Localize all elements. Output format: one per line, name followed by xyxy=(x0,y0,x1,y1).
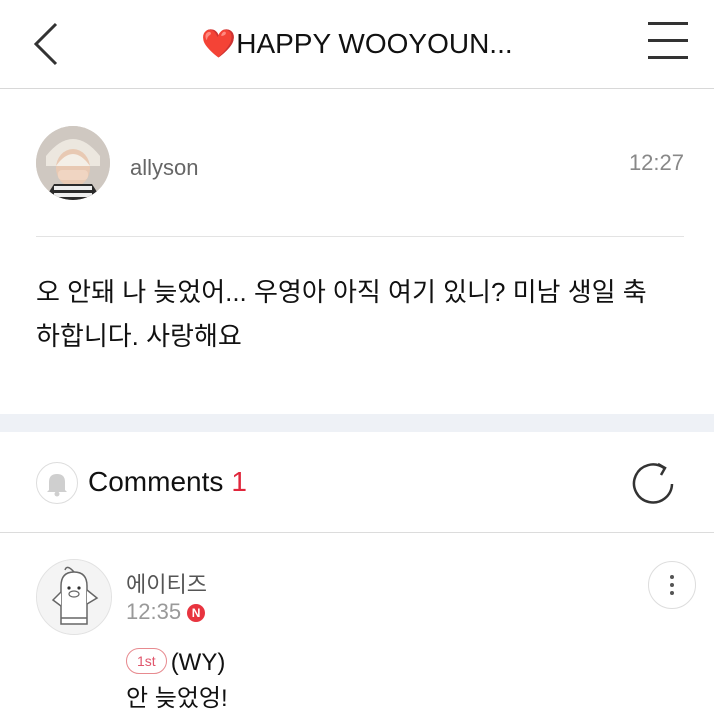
post-author-name[interactable]: allyson xyxy=(130,155,198,181)
avatar[interactable] xyxy=(36,126,110,200)
divider xyxy=(36,236,684,237)
post-body: 오 안돼 나 늦었어... 우영아 아직 여기 있니? 미남 생일 축 하합니다… xyxy=(36,270,684,358)
comment-timestamp: 12:35 N xyxy=(126,599,206,625)
top-bar: ❤️HAPPY WOOYOUN... xyxy=(0,0,714,89)
comment-body: 1st (WY) 안 늦었엉! xyxy=(126,645,228,717)
hamburger-icon xyxy=(648,22,688,25)
new-badge: N xyxy=(187,604,206,622)
more-options-button[interactable] xyxy=(648,561,696,609)
post-timestamp: 12:27 xyxy=(628,150,684,175)
section-separator xyxy=(0,414,714,432)
avatar-image xyxy=(36,126,110,200)
back-button[interactable] xyxy=(26,20,66,68)
notification-toggle[interactable] xyxy=(36,462,78,504)
hamburger-icon-line xyxy=(648,56,688,59)
comments-title: Comments 1 xyxy=(88,466,247,498)
comments-header: Comments 1 xyxy=(0,432,714,533)
refresh-button[interactable] xyxy=(628,458,678,508)
commenter-avatar[interactable] xyxy=(36,559,112,635)
mascot-image xyxy=(37,560,111,634)
post-author-row: allyson 12:27 xyxy=(0,90,714,236)
comments-count: 1 xyxy=(231,466,247,497)
comment-line: (WY) xyxy=(170,649,226,676)
more-vertical-icon-dot xyxy=(670,591,674,595)
post-body-line: 하합니다. 사랑해요 xyxy=(36,321,242,351)
comment-line: 안 늦었엉! xyxy=(126,685,228,712)
heart-icon: ❤️ xyxy=(201,28,237,59)
comment-item: 에이티즈 12:35 N 1st (WY) 안 늦었엉! xyxy=(0,533,714,727)
chevron-left-icon xyxy=(33,22,58,66)
rank-badge: 1st xyxy=(126,648,167,674)
more-vertical-icon-dot xyxy=(670,583,674,587)
post-body-line: 오 안돼 나 늦었어... 우영아 아직 여기 있니? 미남 생일 축 xyxy=(36,277,647,307)
menu-button[interactable] xyxy=(648,22,688,62)
more-vertical-icon xyxy=(670,575,674,579)
bell-icon xyxy=(47,474,67,497)
commenter-name[interactable]: 에이티즈 xyxy=(126,567,207,599)
comments-label: Comments xyxy=(88,466,224,497)
comment-time: 12:35 xyxy=(126,599,182,624)
hamburger-icon-line xyxy=(648,39,688,42)
refresh-icon xyxy=(632,462,674,504)
page-title-text: HAPPY WOOYOUN... xyxy=(236,28,513,59)
page-title: ❤️HAPPY WOOYOUN... xyxy=(120,24,594,64)
